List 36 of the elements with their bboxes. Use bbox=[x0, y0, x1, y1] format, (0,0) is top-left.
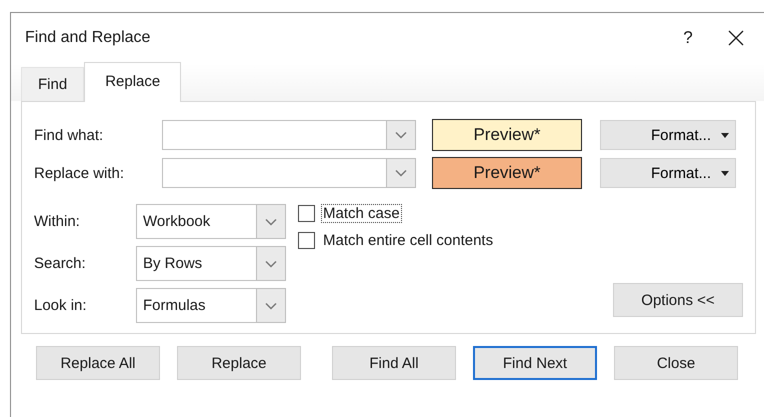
chevron-down-icon bbox=[395, 131, 407, 139]
dialog-button[interactable]: Close bbox=[614, 346, 738, 380]
close-icon[interactable] bbox=[728, 30, 744, 46]
tab[interactable]: Replace bbox=[84, 62, 182, 102]
dropdown[interactable]: Formulas bbox=[136, 288, 286, 323]
format-button[interactable]: Format... bbox=[600, 120, 736, 150]
dialog-button[interactable]: Replace All bbox=[36, 346, 160, 380]
option-label: Within: bbox=[34, 213, 81, 230]
checkbox[interactable] bbox=[298, 232, 315, 249]
dialog-button[interactable]: Find Next bbox=[473, 346, 597, 380]
format-button[interactable]: Format... bbox=[600, 158, 736, 188]
option-label: Look in: bbox=[34, 297, 88, 314]
checkbox-label[interactable]: Match entire cell contents bbox=[321, 231, 496, 250]
chevron-down-icon bbox=[265, 218, 277, 226]
checkbox[interactable] bbox=[298, 205, 315, 222]
combo-field[interactable] bbox=[162, 120, 416, 150]
dropdown[interactable]: By Rows bbox=[136, 246, 286, 281]
format-preview: Preview* bbox=[432, 157, 582, 189]
help-button[interactable]: ? bbox=[668, 28, 708, 48]
format-preview: Preview* bbox=[432, 119, 582, 151]
window-title: Find and Replace bbox=[25, 29, 152, 47]
field-label: Find what: bbox=[34, 126, 104, 144]
option-label: Search: bbox=[34, 255, 87, 272]
tab[interactable]: Find bbox=[21, 67, 84, 101]
dialog-button[interactable]: Replace bbox=[177, 346, 301, 380]
dialog-button[interactable]: Find All bbox=[332, 346, 456, 380]
chevron-down-icon bbox=[265, 302, 277, 310]
options-button[interactable]: Options << bbox=[613, 283, 743, 317]
combo-field[interactable] bbox=[162, 158, 416, 188]
chevron-down-icon bbox=[395, 169, 407, 177]
chevron-down-icon bbox=[265, 260, 277, 268]
caret-icon bbox=[721, 170, 729, 176]
checkbox-label[interactable]: Match case bbox=[321, 204, 402, 223]
field-label: Replace with: bbox=[34, 164, 126, 182]
caret-icon bbox=[721, 132, 729, 138]
dropdown[interactable]: Workbook bbox=[136, 204, 286, 239]
